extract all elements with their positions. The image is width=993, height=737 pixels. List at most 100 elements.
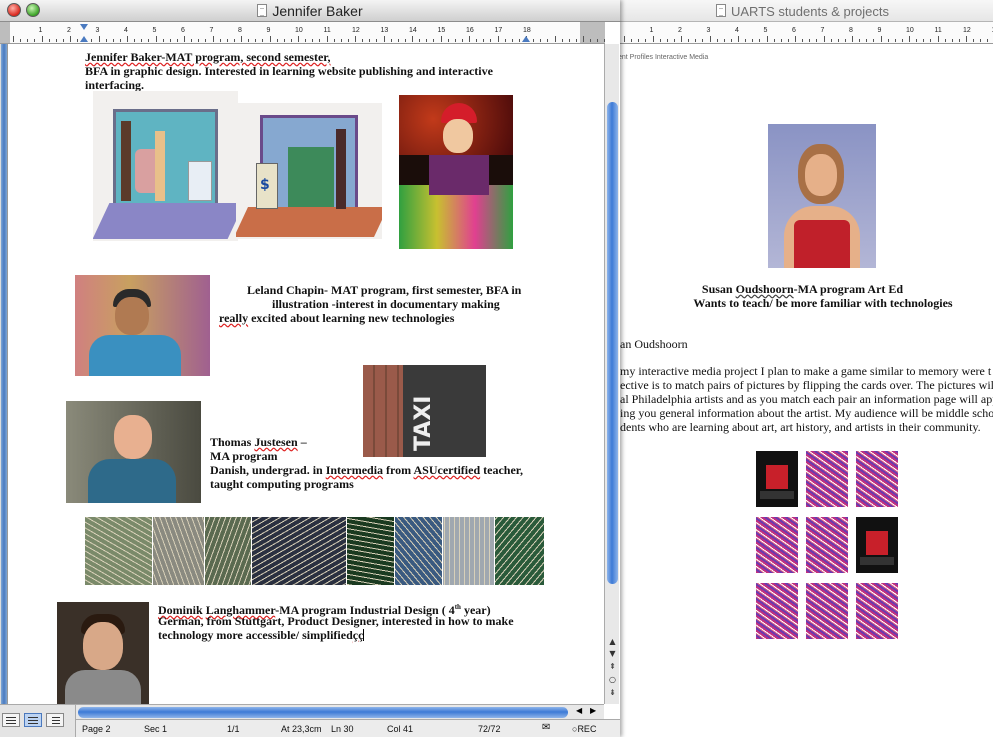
previous-page-icon[interactable]: ⇞ — [606, 661, 619, 673]
right-indent-marker[interactable] — [522, 36, 530, 42]
normal-view-icon[interactable] — [2, 713, 20, 727]
susan-caption-line2: Wants to teach/ be more familiar with te… — [693, 296, 953, 310]
ruler-number: 6 — [181, 27, 185, 34]
horizontal-scrollbar[interactable]: ◀ ▶ — [76, 704, 604, 719]
aerial-photo — [85, 517, 152, 585]
dollhouse-photo-1 — [93, 91, 238, 241]
document-window-uarts: UARTS students & projects 1 2 3 4 5 6 7 8 9 10 11 1… — [612, 0, 993, 737]
card-back-scribble — [806, 517, 848, 573]
description-line: ective is to match pairs of pictures by … — [620, 378, 993, 392]
browse-object-icon[interactable]: ○ — [606, 674, 619, 686]
horizontal-scroll-thumb[interactable] — [78, 707, 568, 718]
aerial-photo-strip — [85, 517, 555, 585]
ruler-number: 12 — [352, 27, 360, 34]
left-indent-marker[interactable] — [80, 36, 88, 42]
document-body[interactable]: ent Profiles Interactive Media Susan Oud… — [612, 45, 993, 737]
status-page-count: 1/1 — [227, 724, 240, 734]
ruler-number: 18 — [523, 27, 531, 34]
leland-line3: really excited about learning new techno… — [219, 311, 455, 325]
card-back-scribble — [756, 517, 798, 573]
thomas-line2: MA program — [210, 449, 278, 463]
description-line: my interactive media project I plan to m… — [620, 364, 992, 378]
card-back-scribble — [756, 583, 798, 639]
page-header-text: ent Profiles Interactive Media — [618, 54, 709, 61]
ruler-number: 11 — [323, 27, 331, 34]
record-macro-indicator[interactable]: ○REC — [572, 724, 596, 734]
description-line: al Philadelphia artists and as you match… — [620, 392, 993, 406]
ruler-number: 14 — [409, 27, 417, 34]
title-bar[interactable]: Jennifer Baker — [0, 0, 620, 22]
leland-line2: illustration -interest in documentary ma… — [272, 297, 500, 311]
jennifer-photo — [399, 95, 513, 249]
document-window-jennifer: Jennifer Baker 1 2 3 4 5 6 7 8 9 10 11 12 13 14 15 16 17… — [0, 0, 620, 737]
page-layout-view-icon[interactable] — [24, 713, 42, 727]
jennifer-line1: Jennifer Baker-MAT program, second semes… — [85, 50, 331, 64]
dominik-line3: technology more accessible/ simplifiedçç — [158, 628, 365, 642]
ruler-number: 7 — [209, 27, 214, 34]
dollhouse-photo-2: $ — [236, 103, 382, 239]
ruler-number: 7 — [820, 27, 825, 34]
view-buttons — [0, 704, 76, 737]
status-at: At 23,3cm — [281, 724, 322, 734]
vertical-ruler — [0, 44, 8, 704]
ruler-number: 11 — [934, 27, 942, 34]
aerial-photo — [495, 517, 544, 585]
card-back-scribble — [856, 451, 898, 507]
ruler-number: 16 — [466, 27, 474, 34]
jennifer-line3: interfacing. — [85, 78, 144, 92]
susan-caption-line1: Susan Oudshoorn-MA program Art Ed — [701, 282, 904, 296]
aerial-photo — [252, 517, 346, 585]
thomas-photo — [66, 401, 201, 503]
horizontal-ruler[interactable]: 12345678910111213 — [612, 22, 993, 44]
status-column: Col 41 — [387, 724, 414, 734]
ruler-number: 6 — [792, 27, 796, 34]
ruler-number: 17 — [494, 27, 503, 34]
ruler-number: 15 — [437, 27, 446, 34]
text-cursor — [363, 629, 365, 641]
thomas-line4: taught computing programs — [210, 477, 354, 491]
status-bar: Page 2 Sec 1 1/1 At 23,3cm Ln 30 Col 41 … — [76, 719, 620, 737]
spelling-status-icon[interactable]: ✉ — [542, 722, 550, 733]
thomas-line3: Danish, undergrad. in Intermedia from AS… — [210, 463, 524, 477]
ruler-number: 2 — [67, 27, 71, 34]
window-title: UARTS students & projects — [612, 4, 993, 19]
title-bar[interactable]: UARTS students & projects — [612, 0, 993, 22]
ruler-number: 9 — [266, 27, 271, 34]
status-word-count: 72/72 — [478, 724, 501, 734]
scroll-right-arrow-icon[interactable]: ▶ — [590, 706, 596, 715]
ruler-number: 2 — [678, 27, 682, 34]
document-icon — [716, 4, 726, 17]
document-body[interactable]: Jennifer Baker-MAT program, second semes… — [8, 45, 604, 704]
first-line-indent-marker[interactable] — [80, 24, 88, 30]
leland-line1: Leland Chapin- MAT program, first semest… — [247, 283, 522, 297]
thomas-line1: Thomas Justesen – — [210, 435, 307, 449]
aerial-photo — [205, 517, 251, 585]
memory-card-grid — [752, 447, 912, 657]
window-title: Jennifer Baker — [0, 3, 620, 19]
description-line: dents who are learning about art, art hi… — [620, 420, 981, 434]
vertical-scrollbar[interactable]: ▲ ▼ ⇞ ○ ⇟ — [604, 44, 619, 704]
document-icon — [257, 4, 268, 17]
aerial-photo — [347, 517, 394, 585]
card-love-sculpture — [856, 517, 898, 573]
jennifer-line2: BFA in graphic design. Interested in lea… — [85, 64, 493, 78]
susan-photo — [768, 124, 876, 268]
ruler-number: 9 — [877, 27, 882, 34]
scroll-down-arrow-icon[interactable]: ▼ — [606, 648, 619, 660]
ruler-number: 5 — [152, 27, 157, 34]
ruler-number: 13 — [380, 27, 389, 34]
scroll-up-arrow-icon[interactable]: ▲ — [606, 636, 619, 648]
status-section: Sec 1 — [144, 724, 168, 734]
description-line: ing you general information about the ar… — [620, 406, 993, 420]
vertical-scroll-thumb[interactable] — [607, 102, 618, 584]
ruler-number: 3 — [706, 27, 711, 34]
ruler-number: 8 — [238, 27, 242, 34]
status-page: Page 2 — [82, 724, 111, 734]
outline-view-icon[interactable] — [46, 713, 64, 727]
dominik-photo — [57, 602, 149, 704]
ruler-number: 10 — [906, 27, 914, 34]
taxi-photo: TAXI — [363, 365, 486, 457]
next-page-icon[interactable]: ⇟ — [606, 687, 619, 699]
horizontal-ruler[interactable]: 1 2 3 4 5 6 7 8 9 10 11 12 13 14 15 16 17 18 — [0, 22, 606, 44]
scroll-left-arrow-icon[interactable]: ◀ — [576, 706, 582, 715]
